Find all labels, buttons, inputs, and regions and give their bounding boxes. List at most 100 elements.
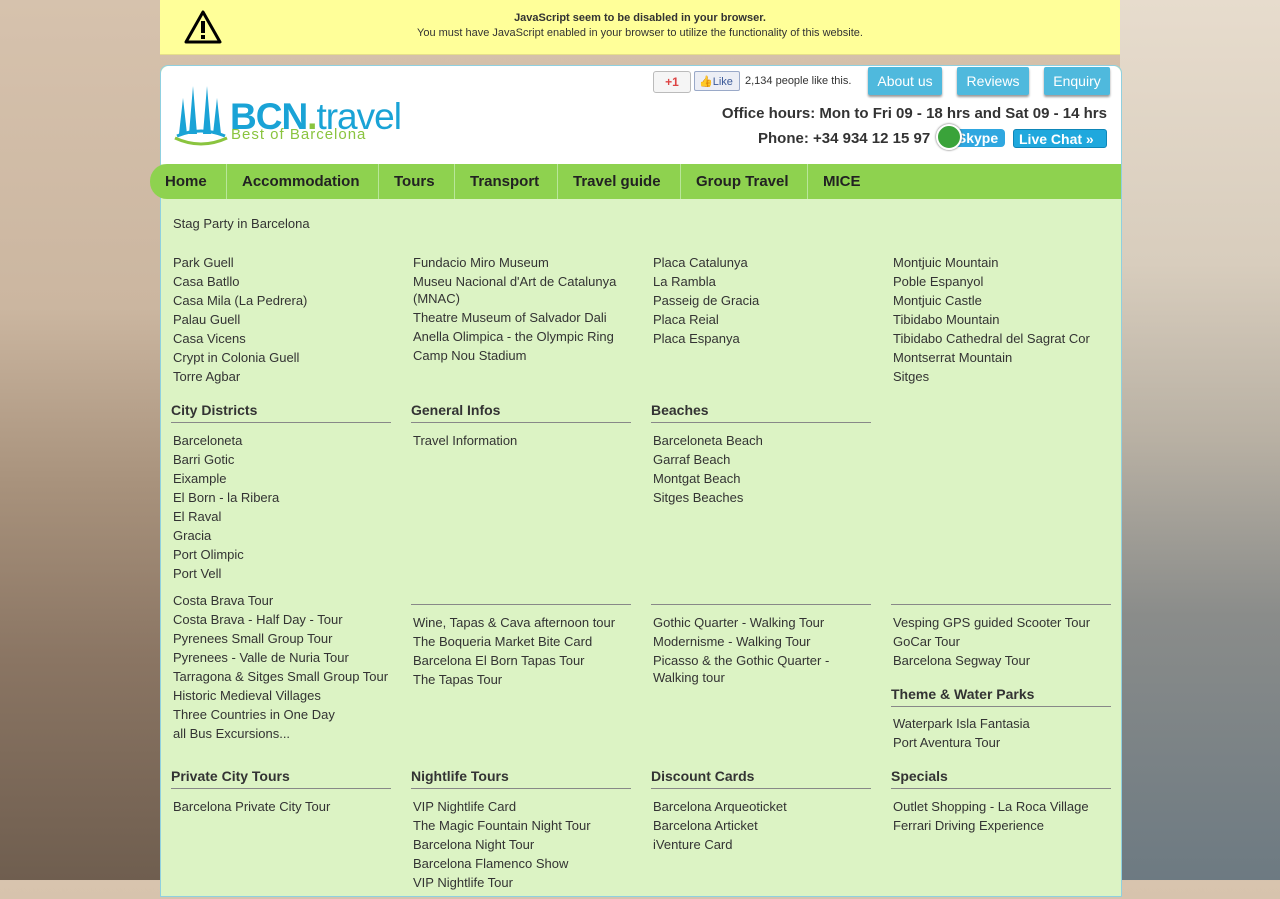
list-item[interactable]: Passeig de Gracia bbox=[651, 292, 871, 309]
list-item[interactable]: El Born - la Ribera bbox=[171, 489, 391, 506]
list-item[interactable]: The Tapas Tour bbox=[411, 671, 631, 688]
city-districts-heading: City Districts bbox=[171, 402, 391, 423]
logo-tagline: Best of Barcelona bbox=[231, 126, 367, 143]
list-item[interactable]: Port Olimpic bbox=[171, 546, 391, 563]
list-item[interactable]: Travel Information bbox=[411, 432, 631, 449]
site-logo[interactable]: BCN.travel Best of Barcelona bbox=[173, 76, 413, 148]
list-item[interactable]: all Bus Excursions... bbox=[171, 725, 391, 742]
list-item[interactable]: Museu Nacional d'Art de Catalunya (MNAC) bbox=[411, 273, 631, 307]
list-item[interactable]: Barcelona Flamenco Show bbox=[411, 855, 631, 872]
list-item[interactable]: Camp Nou Stadium bbox=[411, 347, 631, 364]
warning-message: You must have JavaScript enabled in your… bbox=[417, 27, 863, 39]
google-plus-button[interactable]: +1 bbox=[653, 71, 691, 93]
list-item[interactable]: Poble Espanyol bbox=[891, 273, 1111, 290]
facebook-like-button[interactable]: 👍Like bbox=[694, 71, 740, 91]
nav-group-travel[interactable]: Group Travel bbox=[681, 164, 808, 199]
list-item[interactable]: Eixample bbox=[171, 470, 391, 487]
list-item[interactable]: Palau Guell bbox=[171, 311, 391, 328]
list-item[interactable]: Port Vell bbox=[171, 565, 391, 582]
list-item[interactable]: Barcelona Articket bbox=[651, 817, 871, 834]
list-item[interactable]: Barcelona Arqueoticket bbox=[651, 798, 871, 815]
list-item[interactable]: Barcelona El Born Tapas Tour bbox=[411, 652, 631, 669]
skype-button[interactable]: Skype bbox=[936, 124, 1006, 150]
list-item[interactable]: Ferrari Driving Experience bbox=[891, 817, 1111, 834]
list-item[interactable]: Placa Catalunya bbox=[651, 254, 871, 271]
list-item[interactable]: Fundacio Miro Museum bbox=[411, 254, 631, 271]
nav-travel-guide[interactable]: Travel guide bbox=[558, 164, 681, 199]
list-item[interactable]: Casa Mila (La Pedrera) bbox=[171, 292, 391, 309]
list-item[interactable]: Anella Olimpica - the Olympic Ring bbox=[411, 328, 631, 345]
live-chat-button[interactable]: Live Chat » bbox=[1013, 129, 1107, 148]
nav-tours[interactable]: Tours bbox=[379, 164, 455, 199]
list-item[interactable]: Gothic Quarter - Walking Tour bbox=[651, 614, 871, 631]
list-item[interactable]: Waterpark Isla Fantasia bbox=[891, 715, 1111, 732]
list-item[interactable]: Sitges Beaches bbox=[651, 489, 871, 506]
list-item[interactable]: Theatre Museum of Salvador Dali bbox=[411, 309, 631, 326]
nav-accommodation[interactable]: Accommodation bbox=[227, 164, 379, 199]
enquiry-button[interactable]: Enquiry bbox=[1044, 67, 1110, 95]
logo-towers-icon bbox=[174, 86, 228, 146]
specials-heading: Specials bbox=[891, 768, 1111, 789]
list-item[interactable]: Sitges bbox=[891, 368, 1111, 385]
discount-cards-list: Barcelona Arqueoticket Barcelona Articke… bbox=[651, 798, 871, 855]
list-item[interactable]: Barcelona Private City Tour bbox=[171, 798, 391, 815]
list-item[interactable]: The Magic Fountain Night Tour bbox=[411, 817, 631, 834]
list-item[interactable]: The Boqueria Market Bite Card bbox=[411, 633, 631, 650]
nightlife-tours-list: VIP Nightlife Card The Magic Fountain Ni… bbox=[411, 798, 631, 893]
thumbs-up-icon: 👍 bbox=[699, 76, 713, 88]
list-item[interactable]: Vesping GPS guided Scooter Tour bbox=[891, 614, 1111, 631]
list-item[interactable]: Montgat Beach bbox=[651, 470, 871, 487]
list-item[interactable]: Montserrat Mountain bbox=[891, 349, 1111, 366]
stag-party-link[interactable]: Stag Party in Barcelona bbox=[173, 216, 310, 231]
list-item[interactable]: Tibidabo Cathedral del Sagrat Cor bbox=[891, 330, 1111, 347]
list-item[interactable]: Garraf Beach bbox=[651, 451, 871, 468]
list-item[interactable]: Barcelona Segway Tour bbox=[891, 652, 1111, 669]
list-item[interactable]: Park Guell bbox=[171, 254, 391, 271]
list-item[interactable]: Casa Vicens bbox=[171, 330, 391, 347]
city-districts-list: Barceloneta Barri Gotic Eixample El Born… bbox=[171, 432, 391, 584]
list-item[interactable]: Wine, Tapas & Cava afternoon tour bbox=[411, 614, 631, 631]
list-item[interactable]: VIP Nightlife Tour bbox=[411, 874, 631, 891]
list-item[interactable]: iVenture Card bbox=[651, 836, 871, 853]
nav-mice[interactable]: MICE bbox=[808, 164, 878, 199]
list-item[interactable]: VIP Nightlife Card bbox=[411, 798, 631, 815]
list-item[interactable]: Three Countries in One Day bbox=[171, 706, 391, 723]
list-item[interactable]: GoCar Tour bbox=[891, 633, 1111, 650]
theme-parks-heading: Theme & Water Parks bbox=[891, 686, 1111, 707]
list-item[interactable]: Outlet Shopping - La Roca Village bbox=[891, 798, 1111, 815]
list-item[interactable]: Montjuic Mountain bbox=[891, 254, 1111, 271]
list-item[interactable]: Barcelona Night Tour bbox=[411, 836, 631, 853]
list-item[interactable]: Pyrenees Small Group Tour bbox=[171, 630, 391, 647]
list-item[interactable]: Barri Gotic bbox=[171, 451, 391, 468]
skype-phone-icon bbox=[936, 124, 962, 150]
private-city-tours-list: Barcelona Private City Tour bbox=[171, 798, 391, 817]
list-item[interactable]: Historic Medieval Villages bbox=[171, 687, 391, 704]
beaches-list: Barceloneta Beach Garraf Beach Montgat B… bbox=[651, 432, 871, 508]
phone-number: Phone: +34 934 12 15 97 bbox=[758, 130, 931, 147]
list-item[interactable]: El Raval bbox=[171, 508, 391, 525]
list-item[interactable]: Torre Agbar bbox=[171, 368, 391, 385]
list-item[interactable]: Gracia bbox=[171, 527, 391, 544]
list-item[interactable]: Costa Brava - Half Day - Tour bbox=[171, 611, 391, 628]
nav-home[interactable]: Home bbox=[150, 164, 227, 199]
about-us-button[interactable]: About us bbox=[868, 67, 942, 95]
list-item[interactable]: Barceloneta bbox=[171, 432, 391, 449]
list-item[interactable]: Placa Reial bbox=[651, 311, 871, 328]
list-item[interactable]: Casa Batllo bbox=[171, 273, 391, 290]
list-item[interactable]: Tarragona & Sitges Small Group Tour bbox=[171, 668, 391, 685]
list-item[interactable]: Barceloneta Beach bbox=[651, 432, 871, 449]
list-item[interactable]: Picasso & the Gothic Quarter - Walking t… bbox=[651, 652, 871, 686]
reviews-button[interactable]: Reviews bbox=[957, 67, 1029, 95]
nav-transport[interactable]: Transport bbox=[455, 164, 558, 199]
list-item[interactable]: Tibidabo Mountain bbox=[891, 311, 1111, 328]
list-item[interactable]: Port Aventura Tour bbox=[891, 734, 1111, 751]
list-item[interactable]: Modernisme - Walking Tour bbox=[651, 633, 871, 650]
list-item[interactable]: Crypt in Colonia Guell bbox=[171, 349, 391, 366]
list-item[interactable]: Pyrenees - Valle de Nuria Tour bbox=[171, 649, 391, 666]
list-item[interactable]: Costa Brava Tour bbox=[171, 592, 391, 609]
list-item[interactable]: Montjuic Castle bbox=[891, 292, 1111, 309]
list-item[interactable]: Placa Espanya bbox=[651, 330, 871, 347]
list-item[interactable]: La Rambla bbox=[651, 273, 871, 290]
landmarks-list-3: Placa Catalunya La Rambla Passeig de Gra… bbox=[651, 254, 871, 349]
theme-parks-list: Waterpark Isla Fantasia Port Aventura To… bbox=[891, 715, 1111, 753]
